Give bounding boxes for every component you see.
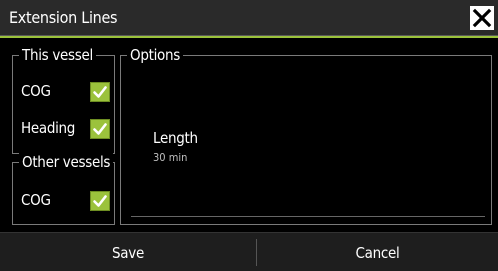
dialog-title: Extension Lines bbox=[9, 8, 118, 27]
options-legend: Options bbox=[127, 46, 183, 64]
title-accent-line bbox=[0, 36, 498, 38]
this-vessel-legend: This vessel bbox=[19, 46, 96, 64]
other-vessels-legend: Other vessels bbox=[19, 153, 114, 171]
extension-lines-dialog: Extension Lines This vessel COG Heading … bbox=[0, 0, 498, 271]
this-vessel-heading-label: Heading bbox=[21, 119, 76, 137]
checkmark-icon bbox=[93, 123, 107, 135]
length-label[interactable]: Length bbox=[153, 129, 198, 147]
save-button[interactable]: Save bbox=[0, 233, 256, 271]
this-vessel-cog-label: COG bbox=[21, 82, 51, 100]
this-vessel-heading-checkbox[interactable] bbox=[90, 119, 110, 139]
cancel-button[interactable]: Cancel bbox=[257, 233, 498, 271]
this-vessel-cog-checkbox[interactable] bbox=[90, 82, 110, 102]
other-vessels-cog-label: COG bbox=[21, 191, 51, 209]
checkmark-icon bbox=[93, 86, 107, 98]
checkmark-icon bbox=[93, 195, 107, 207]
dialog-footer: Save Cancel bbox=[0, 232, 498, 271]
other-vessels-cog-checkbox[interactable] bbox=[90, 191, 110, 211]
options-divider bbox=[131, 216, 485, 217]
title-bar: Extension Lines bbox=[0, 0, 498, 36]
length-value: 30 min bbox=[153, 151, 188, 164]
this-vessel-group: This vessel bbox=[12, 46, 115, 154]
close-button[interactable] bbox=[470, 6, 494, 30]
close-icon bbox=[472, 8, 492, 28]
